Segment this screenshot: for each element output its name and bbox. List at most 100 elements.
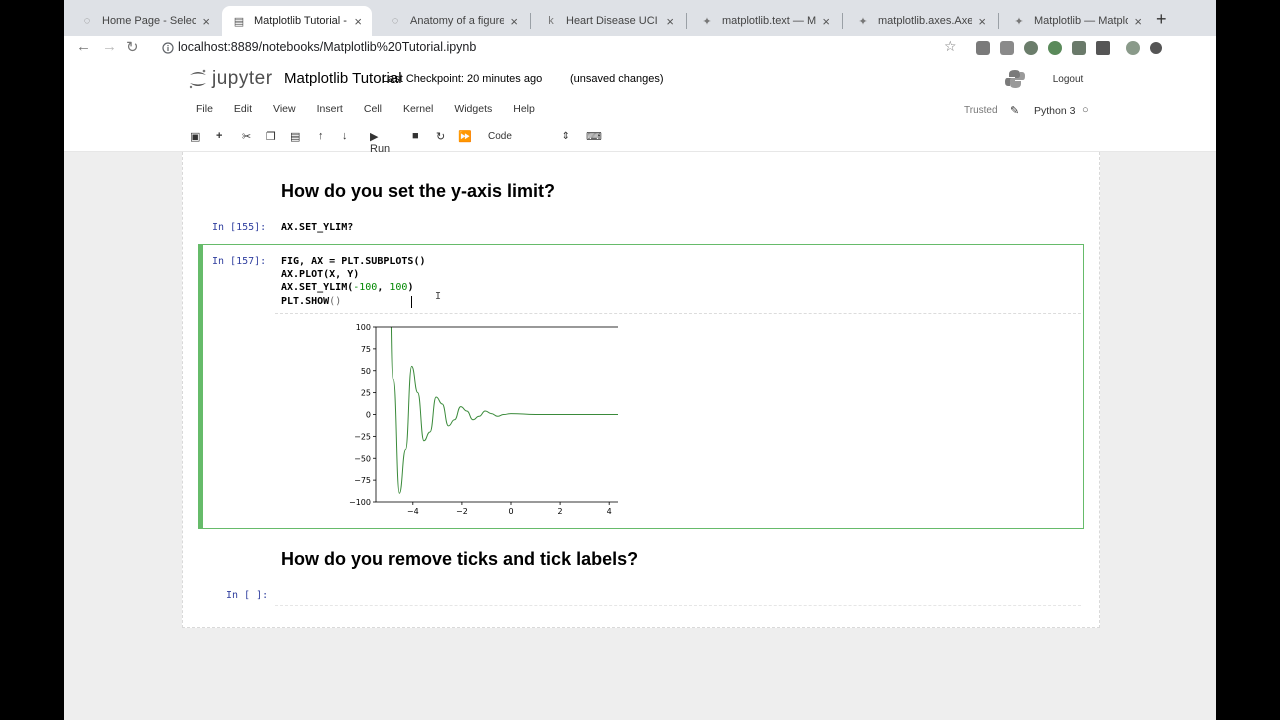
matplotlib-icon: ✦	[702, 15, 712, 28]
code-token: ()	[329, 296, 342, 307]
close-icon[interactable]: ×	[978, 14, 986, 29]
trusted-indicator[interactable]: Trusted	[964, 105, 998, 116]
code-line[interactable]: PLT.SHOW()	[281, 296, 341, 307]
browser-tab[interactable]: ◌ Home Page - Select o ×	[70, 6, 220, 36]
stop-icon[interactable]: ■	[412, 130, 419, 142]
browser-tab[interactable]: ✦ Matplotlib — Matplotl ×	[1002, 6, 1152, 36]
close-icon[interactable]: ×	[510, 14, 518, 29]
address-bar: ← → ↻ localhost:8889/notebooks/Matplotli…	[64, 36, 1216, 60]
info-icon[interactable]	[162, 42, 174, 54]
cell-prompt: In [157]:	[212, 256, 267, 267]
browser-tab[interactable]: ✦ matplotlib.axes.Axes. ×	[846, 6, 996, 36]
extension-icon[interactable]	[1024, 41, 1038, 55]
menu-edit[interactable]: Edit	[234, 103, 252, 121]
tab-label: Matplotlib — Matplotl	[1034, 15, 1129, 27]
globe-icon: ◌	[83, 15, 91, 27]
jupyter-wordmark: jupyter	[212, 68, 273, 89]
browser-tab-active[interactable]: ▤ Matplotlib Tutorial - J ×	[222, 6, 372, 36]
copy-icon[interactable]: ❐	[266, 130, 276, 143]
code-token: PLT.SHOW	[281, 296, 330, 307]
menu-file[interactable]: File	[196, 103, 213, 121]
markdown-heading[interactable]: How do you remove ticks and tick labels?	[281, 549, 638, 570]
close-icon[interactable]: ×	[354, 14, 362, 29]
extension-icon[interactable]	[976, 41, 990, 55]
back-icon[interactable]: ←	[76, 38, 91, 55]
python-icon	[1005, 70, 1025, 88]
forward-icon[interactable]: →	[102, 38, 117, 55]
y-tick-label: −100	[349, 498, 371, 507]
tab-strip: ◌ Home Page - Select o × ▤ Matplotlib Tu…	[64, 0, 1216, 36]
close-icon[interactable]: ×	[822, 14, 830, 29]
browser-tab[interactable]: k Heart Disease UCI | K ×	[534, 6, 684, 36]
x-tick-label: −2	[456, 507, 468, 516]
close-icon[interactable]: ×	[1134, 14, 1142, 29]
save-icon[interactable]: ▣	[190, 130, 200, 143]
extension-icon[interactable]	[1048, 41, 1062, 55]
cut-icon[interactable]: ✂	[242, 130, 251, 143]
code-line[interactable]: AX.SET_YLIM?	[281, 222, 353, 233]
browser-tab[interactable]: ◌ Anatomy of a figure — ×	[378, 6, 528, 36]
menu-view[interactable]: View	[273, 103, 296, 121]
jupyter-logo[interactable]: jupyter	[188, 68, 273, 90]
matplotlib-icon: ✦	[1014, 15, 1024, 28]
tab-label: Heart Disease UCI | K	[566, 15, 660, 27]
menu-bar: File Edit View Insert Cell Kernel Widget…	[196, 103, 556, 121]
tab-label: matplotlib.text — Mat	[722, 15, 817, 27]
browser-tab[interactable]: ✦ matplotlib.text — Mat ×	[690, 6, 840, 36]
restart-icon[interactable]: ↻	[436, 130, 445, 143]
kernel-idle-icon: ○	[1082, 104, 1089, 116]
y-tick-label: 25	[361, 389, 371, 398]
avatar[interactable]	[1126, 41, 1140, 55]
y-tick-label: −25	[354, 432, 371, 441]
jupyter-header: jupyter Matplotlib Tutorial Last Checkpo…	[64, 60, 1216, 155]
extension-icon[interactable]	[1150, 42, 1162, 54]
keyboard-icon[interactable]: ⌨	[586, 130, 602, 143]
menu-kernel[interactable]: Kernel	[403, 103, 433, 121]
star-icon[interactable]: ☆	[944, 38, 957, 55]
code-token: )	[407, 282, 414, 293]
cell-type-select[interactable]: Code ⇕	[488, 131, 570, 142]
move-up-icon[interactable]: ↑	[318, 130, 324, 142]
menu-insert[interactable]: Insert	[317, 103, 343, 121]
matplotlib-icon: ✦	[858, 15, 868, 28]
extension-icon[interactable]	[1096, 41, 1110, 55]
book-icon: ▤	[233, 15, 245, 28]
browser-window: ◌ Home Page - Select o × ▤ Matplotlib Tu…	[64, 0, 1216, 720]
y-tick-label: 0	[366, 411, 371, 420]
code-line[interactable]: FIG, AX = PLT.SUBPLOTS()	[281, 256, 426, 267]
tab-label: Anatomy of a figure —	[410, 15, 505, 27]
plot-output: 100 75 50 25 0 −25 −50 −75 −100 −4 −2 0 2 4	[349, 323, 618, 516]
code-number: 100	[389, 282, 408, 293]
extension-icon[interactable]	[1000, 41, 1014, 55]
play-icon: ▶	[370, 131, 379, 143]
new-tab-icon[interactable]: +	[1156, 9, 1167, 30]
tab-label: Matplotlib Tutorial - J	[254, 15, 349, 27]
mouse-ibeam-icon: I	[435, 291, 442, 302]
pencil-icon[interactable]: ✎	[1010, 104, 1019, 117]
restart-run-all-icon[interactable]: ⏩	[458, 130, 472, 143]
reload-icon[interactable]: ↻	[126, 38, 139, 56]
kernel-name[interactable]: Python 3	[1034, 105, 1075, 117]
kaggle-icon: k	[548, 15, 554, 27]
x-tick-label: 4	[607, 507, 612, 516]
tab-label: Home Page - Select o	[102, 15, 197, 27]
markdown-heading[interactable]: How do you set the y-axis limit?	[281, 181, 555, 202]
empty-code-cell[interactable]	[275, 586, 1081, 606]
series-line	[390, 327, 618, 494]
extension-icon[interactable]	[1072, 41, 1086, 55]
code-number: -100	[353, 282, 378, 293]
move-down-icon[interactable]: ↓	[342, 130, 348, 142]
close-icon[interactable]: ×	[202, 14, 210, 29]
x-tick-label: 0	[508, 507, 513, 516]
paste-icon[interactable]: ▤	[290, 130, 300, 143]
cell-type-value: Code	[488, 131, 512, 142]
code-line[interactable]: AX.SET_YLIM(-100, 100)	[281, 282, 413, 293]
insert-cell-icon[interactable]: +	[216, 130, 222, 142]
url-input[interactable]: localhost:8889/notebooks/Matplotlib%20Tu…	[178, 40, 476, 54]
code-line[interactable]: AX.PLOT(X, Y)	[281, 269, 359, 280]
logout-button[interactable]: Logout	[1040, 68, 1096, 90]
menu-widgets[interactable]: Widgets	[454, 103, 492, 121]
menu-cell[interactable]: Cell	[364, 103, 382, 121]
menu-help[interactable]: Help	[513, 103, 535, 121]
close-icon[interactable]: ×	[666, 14, 674, 29]
